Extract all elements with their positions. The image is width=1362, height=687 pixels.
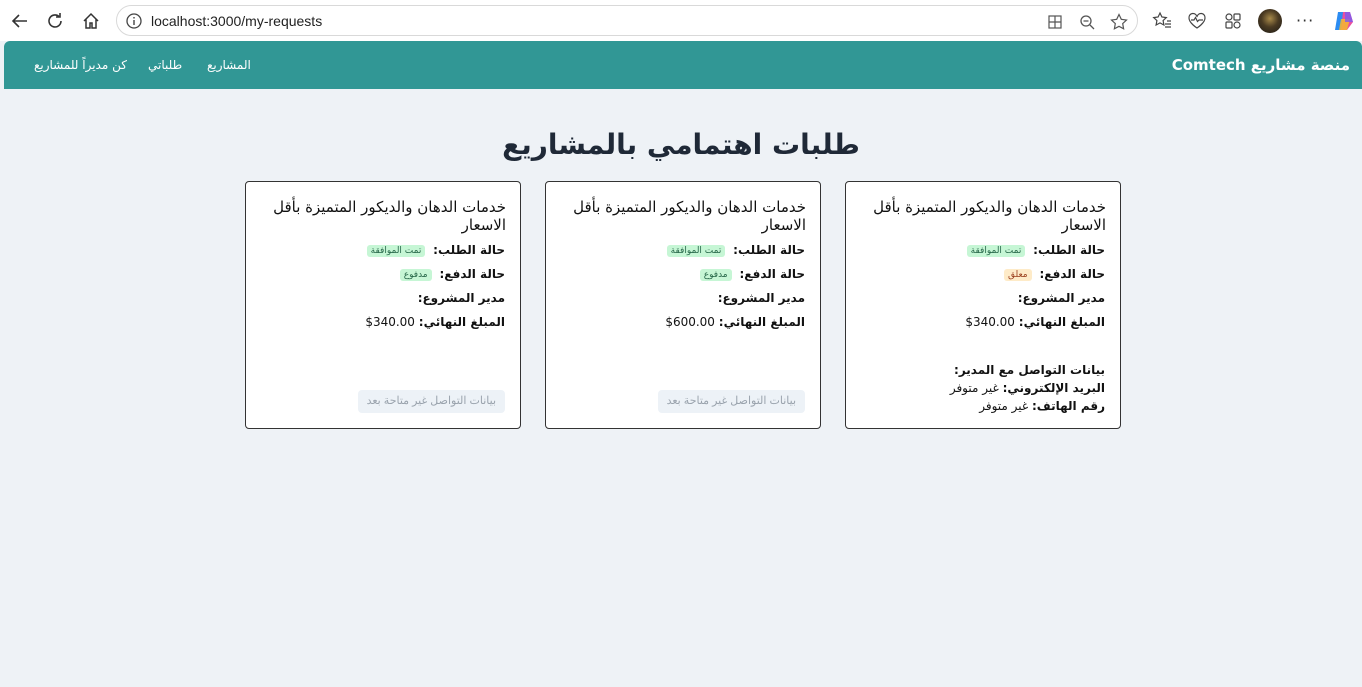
manager-label: مدير المشروع: [717, 291, 805, 305]
nav-link-become-manager[interactable]: كن مديراً للمشاريع [34, 58, 127, 72]
status-label: حالة الطلب: [733, 243, 805, 257]
phone-label: رقم الهاتف: [1032, 399, 1105, 413]
status-badge: تمت الموافقة [966, 244, 1026, 257]
more-options-icon[interactable]: ··· [1296, 11, 1314, 30]
manager-label: مدير المشروع: [417, 291, 505, 305]
contact-unavailable-button[interactable]: بيانات التواصل غير متاحة بعد [357, 390, 505, 413]
profile-avatar[interactable] [1258, 9, 1282, 33]
payment-row: حالة الدفع: مدفوع [399, 267, 505, 281]
nav-link-projects[interactable]: المشاريع [207, 58, 251, 72]
app-available-icon[interactable] [1045, 12, 1065, 32]
status-row: حالة الطلب: تمت الموافقة [366, 243, 505, 257]
manager-label: مدير المشروع: [1017, 291, 1105, 305]
email-value: غير متوفر [949, 381, 999, 395]
request-card: خدمات الدهان والديكور المتميزة بأقل الاس… [245, 181, 521, 429]
payment-label: حالة الدفع: [739, 267, 805, 281]
phone-value: غير متوفر [979, 399, 1029, 413]
amount-label: المبلغ النهائي: [1018, 315, 1105, 329]
back-icon[interactable] [7, 8, 33, 34]
status-badge: تمت الموافقة [666, 244, 726, 257]
address-bar[interactable]: localhost:3000/my-requests [116, 5, 1138, 36]
payment-badge: مدفوع [699, 268, 732, 281]
brand-logo-text[interactable]: منصة مشاريع Comtech [1172, 56, 1350, 74]
card-title: خدمات الدهان والديكور المتميزة بأقل الاس… [273, 198, 506, 234]
status-row: حالة الطلب: تمت الموافقة [666, 243, 805, 257]
amount-row: المبلغ النهائي: $340.00 [365, 315, 505, 329]
payment-badge: مدفوع [399, 268, 432, 281]
copilot-icon[interactable] [1332, 9, 1356, 33]
status-label: حالة الطلب: [433, 243, 505, 257]
amount-label: المبلغ النهائي: [418, 315, 505, 329]
refresh-icon[interactable] [42, 8, 68, 34]
health-icon[interactable] [1186, 10, 1208, 32]
amount-value: $340.00 [965, 315, 1015, 329]
email-row: البريد الإلكتروني: غير متوفر [950, 381, 1105, 395]
amount-value: $600.00 [665, 315, 715, 329]
url-text: localhost:3000/my-requests [151, 13, 323, 29]
payment-label: حالة الدفع: [439, 267, 505, 281]
status-label: حالة الطلب: [1033, 243, 1105, 257]
request-card: خدمات الدهان والديكور المتميزة بأقل الاس… [545, 181, 821, 429]
site-info-icon[interactable] [125, 12, 143, 30]
manager-row: مدير المشروع: [718, 291, 805, 305]
payment-badge: معلق [1003, 268, 1032, 281]
contact-heading: بيانات التواصل مع المدير: [954, 363, 1105, 377]
amount-row: المبلغ النهائي: $340.00 [965, 315, 1105, 329]
app-navbar: منصة مشاريع Comtech المشاريع طلباتي كن م… [4, 41, 1362, 89]
contact-unavailable-button[interactable]: بيانات التواصل غير متاحة بعد [657, 390, 805, 413]
request-card: خدمات الدهان والديكور المتميزة بأقل الاس… [845, 181, 1121, 429]
payment-row: حالة الدفع: معلق [1003, 267, 1105, 281]
card-title: خدمات الدهان والديكور المتميزة بأقل الاس… [873, 198, 1106, 234]
payment-row: حالة الدفع: مدفوع [699, 267, 805, 281]
email-label: البريد الإلكتروني: [1002, 381, 1105, 395]
page-title: طلبات اهتمامي بالمشاريع [502, 128, 860, 161]
status-badge: تمت الموافقة [366, 244, 426, 257]
zoom-icon[interactable] [1077, 12, 1097, 32]
home-icon[interactable] [78, 8, 104, 34]
contact-heading-text: بيانات التواصل مع المدير: [954, 363, 1105, 377]
manager-row: مدير المشروع: [418, 291, 505, 305]
favorite-star-icon[interactable] [1109, 12, 1129, 32]
extensions-icon[interactable] [1222, 10, 1244, 32]
manager-row: مدير المشروع: [1018, 291, 1105, 305]
amount-value: $340.00 [365, 315, 415, 329]
browser-toolbar: localhost:3000/my-requests ··· [0, 0, 1362, 41]
favorites-icon[interactable] [1151, 10, 1173, 32]
nav-link-my-requests[interactable]: طلباتي [148, 58, 182, 72]
amount-label: المبلغ النهائي: [718, 315, 805, 329]
status-row: حالة الطلب: تمت الموافقة [966, 243, 1105, 257]
phone-row: رقم الهاتف: غير متوفر [979, 399, 1105, 413]
amount-row: المبلغ النهائي: $600.00 [665, 315, 805, 329]
card-title: خدمات الدهان والديكور المتميزة بأقل الاس… [573, 198, 806, 234]
payment-label: حالة الدفع: [1039, 267, 1105, 281]
